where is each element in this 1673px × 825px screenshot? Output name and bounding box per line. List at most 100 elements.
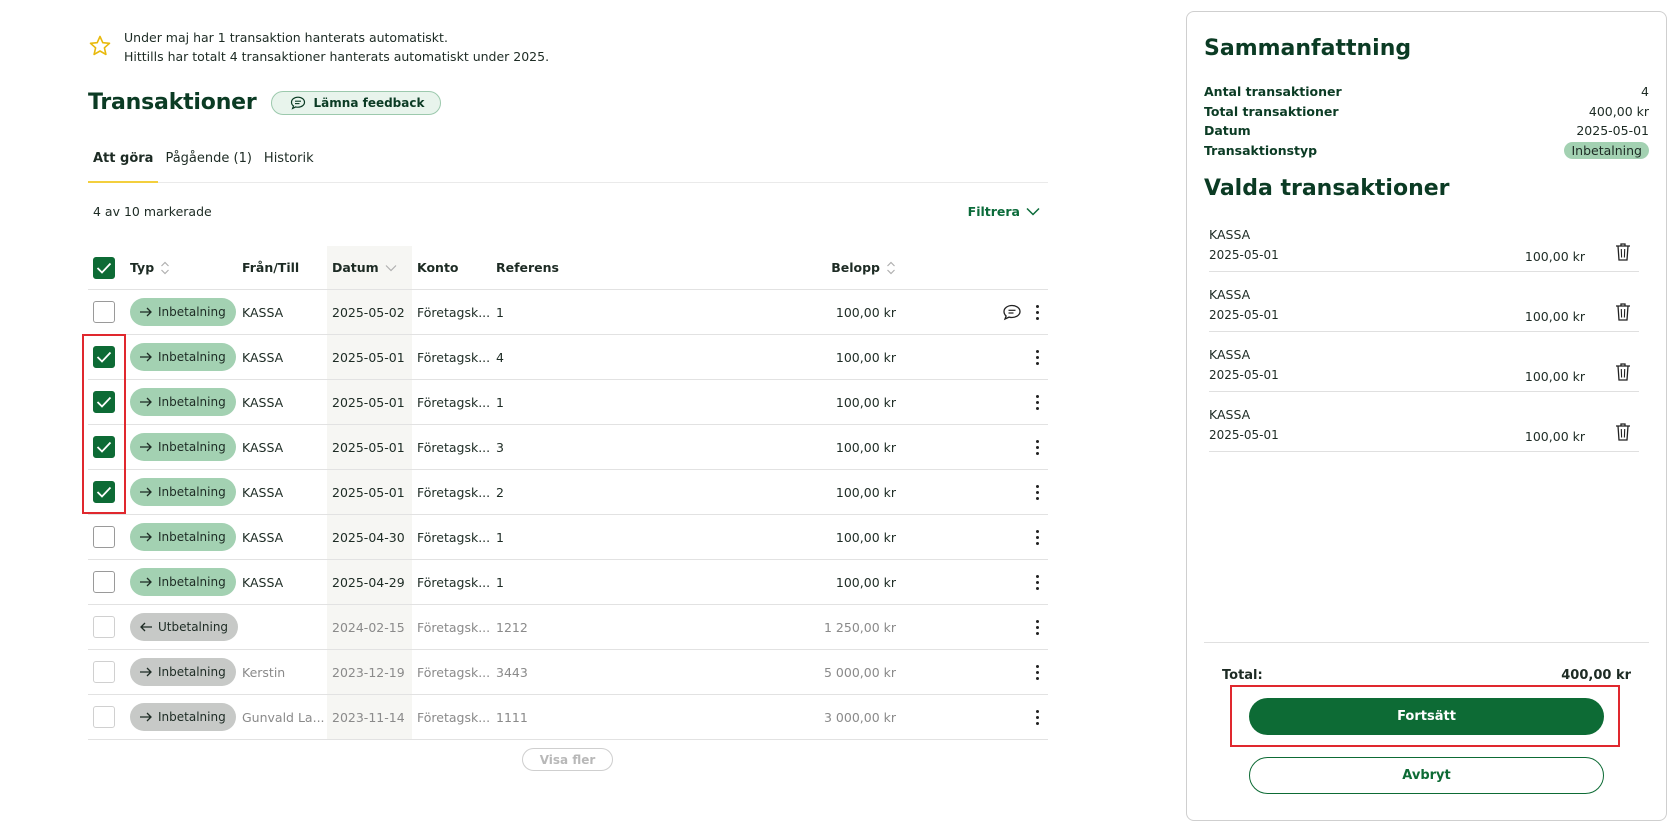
- header-account: Konto: [417, 260, 459, 275]
- amount-cell: 100,00 kr: [835, 349, 896, 365]
- summary-value: 2025-05-01: [1576, 123, 1649, 139]
- selected-amount: 100,00 kr: [1524, 429, 1585, 444]
- row-checkbox[interactable]: [93, 301, 115, 323]
- selected-date: 2025-05-01: [1209, 428, 1279, 442]
- type-label: Inbetalning: [158, 665, 226, 679]
- row-checkbox[interactable]: [93, 526, 115, 548]
- reference-cell: 1: [496, 304, 504, 320]
- row-checkbox[interactable]: [93, 661, 115, 683]
- type-pill: Inbetalning: [130, 298, 236, 326]
- date-cell: 2025-04-30: [327, 515, 412, 559]
- row-checkbox[interactable]: [93, 571, 115, 593]
- type-pill: Inbetalning: [130, 703, 236, 731]
- table-row[interactable]: Inbetalning KASSA 2025-05-01 Företagsk..…: [88, 470, 1048, 515]
- filter-button[interactable]: Filtrera: [968, 204, 1040, 219]
- date-cell: 2023-11-14: [327, 695, 412, 739]
- row-checkbox[interactable]: [93, 706, 115, 728]
- from-to-cell: Gunvald La...: [242, 709, 325, 725]
- selected-item: KASSA 2025-05-01 100,00 kr: [1209, 212, 1639, 272]
- more-options-icon[interactable]: [1034, 394, 1040, 410]
- type-pill: Inbetalning: [130, 433, 236, 461]
- sort-type[interactable]: Typ: [130, 260, 242, 275]
- selected-amount: 100,00 kr: [1524, 249, 1585, 264]
- table-row[interactable]: Inbetalning KASSA 2025-05-01 Företagsk..…: [88, 380, 1048, 425]
- table-row[interactable]: Inbetalning Gunvald La... 2023-11-14 För…: [88, 695, 1048, 740]
- table-row[interactable]: Inbetalning KASSA 2025-04-29 Företagsk..…: [88, 560, 1048, 605]
- table-body: Inbetalning KASSA 2025-05-02 Företagsk..…: [88, 290, 1048, 740]
- account-cell: Företagsk...: [417, 439, 491, 455]
- type-label: Utbetalning: [158, 620, 229, 634]
- type-pill: Inbetalning: [130, 478, 236, 506]
- summary-row: Antal transaktioner 4: [1204, 82, 1649, 102]
- type-label: Inbetalning: [158, 350, 226, 364]
- divider: [1204, 642, 1649, 643]
- summary-row: Total transaktioner 400,00 kr: [1204, 102, 1649, 122]
- amount-cell: 3 000,00 kr: [823, 709, 896, 725]
- table-row[interactable]: Inbetalning Kerstin 2023-12-19 Företagsk…: [88, 650, 1048, 695]
- account-cell: Företagsk...: [417, 394, 491, 410]
- feedback-button[interactable]: Lämna feedback: [270, 90, 442, 115]
- table-row[interactable]: Inbetalning KASSA 2025-05-01 Företagsk..…: [88, 425, 1048, 470]
- more-options-icon[interactable]: [1034, 529, 1040, 545]
- header-from-to: Från/Till: [242, 260, 300, 275]
- selected-name: KASSA: [1209, 407, 1251, 422]
- amount-cell: 100,00 kr: [835, 484, 896, 500]
- from-to-cell: KASSA: [242, 349, 284, 365]
- tab-historik[interactable]: Historik: [259, 145, 319, 183]
- arrow-right-icon: [140, 577, 152, 587]
- account-cell: Företagsk...: [417, 349, 491, 365]
- trash-icon[interactable]: [1615, 362, 1631, 382]
- more-options-icon[interactable]: [1034, 349, 1040, 365]
- chevron-down-icon: [1026, 207, 1040, 216]
- select-all-checkbox[interactable]: [93, 256, 115, 279]
- summary-panel: Sammanfattning Antal transaktioner 4 Tot…: [1186, 11, 1667, 821]
- account-cell: Företagsk...: [417, 304, 491, 320]
- tab-pagaende[interactable]: Pågående (1): [160, 145, 256, 183]
- feedback-label: Lämna feedback: [313, 95, 425, 110]
- more-options-icon[interactable]: [1034, 574, 1040, 590]
- from-to-cell: Kerstin: [242, 664, 286, 680]
- more-options-icon[interactable]: [1034, 439, 1040, 455]
- type-pill: Inbetalning: [130, 568, 236, 596]
- trash-icon[interactable]: [1615, 242, 1631, 262]
- star-icon: [89, 35, 111, 56]
- comment-icon[interactable]: [1002, 304, 1022, 321]
- sort-icon: [887, 261, 895, 274]
- selected-name: KASSA: [1209, 347, 1251, 362]
- table-row[interactable]: Inbetalning KASSA 2025-05-02 Företagsk..…: [88, 290, 1048, 335]
- total-value: 400,00 kr: [1561, 668, 1631, 683]
- more-options-icon[interactable]: [1034, 664, 1040, 680]
- amount-cell: 100,00 kr: [835, 304, 896, 320]
- type-pill: Inbetalning: [130, 658, 236, 686]
- table-row[interactable]: Inbetalning KASSA 2025-04-30 Företagsk..…: [88, 515, 1048, 560]
- header-type: Typ: [130, 260, 155, 275]
- reference-cell: 4: [496, 349, 504, 365]
- continue-button[interactable]: Fortsätt: [1249, 698, 1604, 735]
- trash-icon[interactable]: [1615, 302, 1631, 322]
- selected-name: KASSA: [1209, 227, 1251, 242]
- table-header: Typ Från/Till Datum Konto Referens Belop…: [88, 246, 1048, 290]
- account-cell: Företagsk...: [417, 709, 491, 725]
- reference-cell: 1: [496, 529, 504, 545]
- more-options-icon[interactable]: [1034, 304, 1040, 320]
- tab-att-gora[interactable]: Att göra: [88, 145, 159, 183]
- date-cell: 2024-02-15: [327, 605, 412, 649]
- cancel-button[interactable]: Avbryt: [1249, 757, 1604, 794]
- selected-date: 2025-05-01: [1209, 248, 1279, 262]
- more-options-icon[interactable]: [1034, 619, 1040, 635]
- table-row[interactable]: Utbetalning 2024-02-15 Företagsk... 1212…: [88, 605, 1048, 650]
- type-label: Inbetalning: [158, 485, 226, 499]
- row-checkbox[interactable]: [93, 616, 115, 638]
- selected-date: 2025-05-01: [1209, 308, 1279, 322]
- show-more-button[interactable]: Visa fler: [522, 748, 613, 771]
- sort-icon: [161, 261, 170, 274]
- summary-table: Antal transaktioner 4 Total transaktione…: [1204, 82, 1649, 160]
- trash-icon[interactable]: [1615, 422, 1631, 442]
- table-row[interactable]: Inbetalning KASSA 2025-05-01 Företagsk..…: [88, 335, 1048, 380]
- more-options-icon[interactable]: [1034, 484, 1040, 500]
- from-to-cell: KASSA: [242, 529, 284, 545]
- reference-cell: 3: [496, 439, 504, 455]
- sort-amount[interactable]: Belopp: [696, 260, 903, 275]
- sort-date[interactable]: Datum: [327, 246, 412, 289]
- more-options-icon[interactable]: [1034, 709, 1040, 725]
